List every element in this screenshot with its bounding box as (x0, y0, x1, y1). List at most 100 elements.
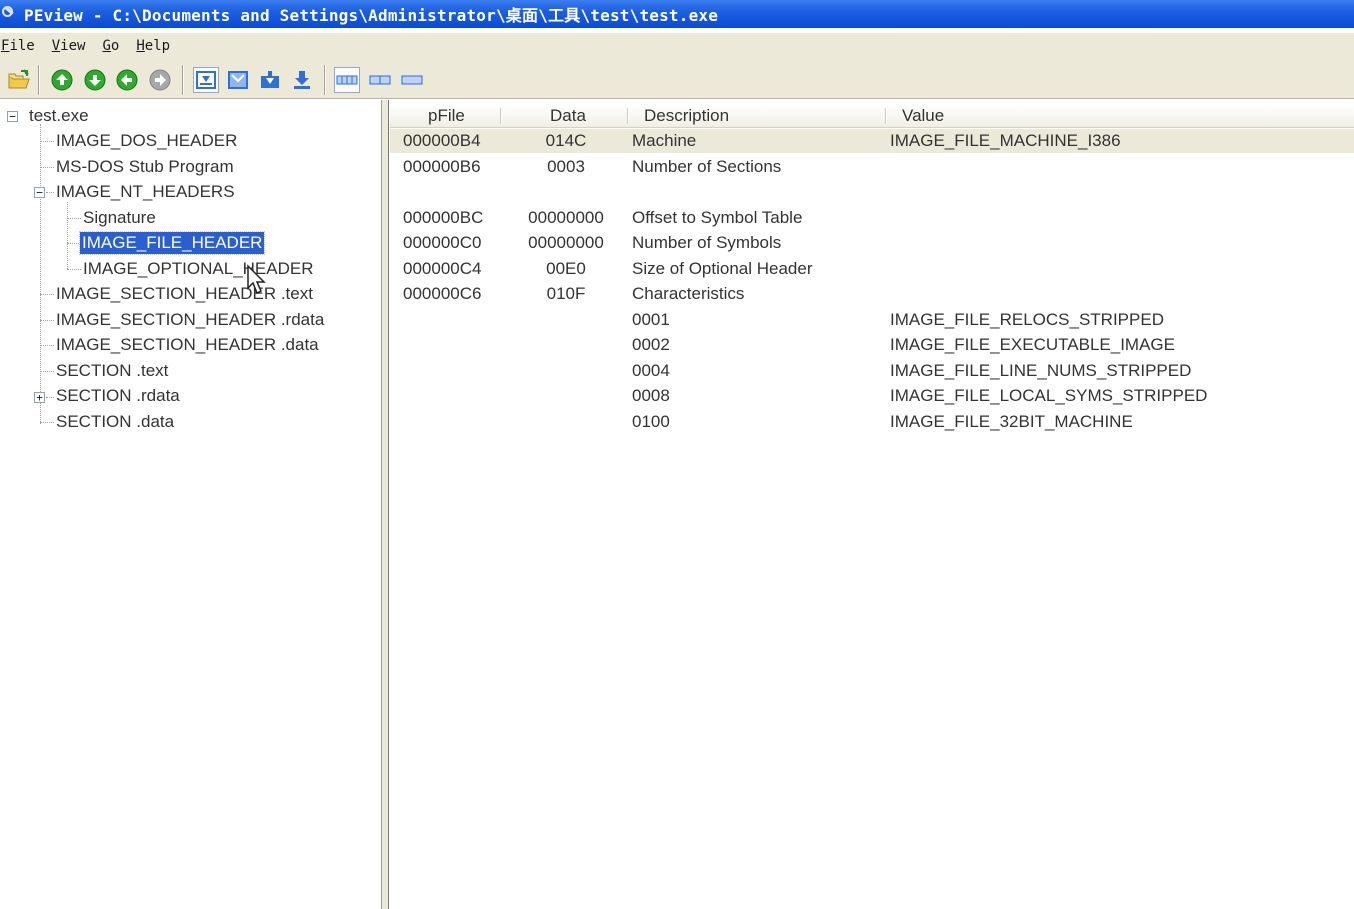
tree-item[interactable]: MS-DOS Stub Program (54, 156, 236, 178)
toolbar-separator (324, 65, 326, 95)
collapse-toggle-icon[interactable]: − (7, 111, 18, 122)
cell-description: Offset to Symbol Table (632, 207, 803, 227)
view-header-icon[interactable] (225, 67, 251, 93)
cell-description: Number of Sections (632, 156, 782, 176)
tree-item[interactable]: Signature (81, 207, 158, 229)
window-title: PEview - C:\Documents and Settings\Admin… (24, 6, 719, 25)
cell-pfile: 000000BC (403, 207, 484, 227)
back-icon[interactable] (114, 67, 140, 93)
tree-item[interactable]: IMAGE_SECTION_HEADER .rdata (54, 309, 326, 331)
mouse-cursor-icon (247, 264, 266, 295)
cell-description: 0100 (632, 411, 670, 431)
tree-root[interactable]: test.exe (27, 105, 91, 127)
tree-line (40, 422, 54, 423)
tree-item-selected[interactable]: IMAGE_FILE_HEADER (78, 231, 266, 255)
table-row[interactable]: 000000B6 0003 Number of Sections (390, 155, 1354, 179)
view-format1-icon[interactable] (334, 67, 360, 93)
tree-item[interactable]: IMAGE_SECTION_HEADER .text (54, 283, 315, 305)
cell-description: Machine (632, 131, 697, 150)
view-byte-icon[interactable] (257, 67, 283, 93)
cell-value: IMAGE_FILE_MACHINE_I386 (890, 131, 1121, 150)
cell-pfile: 000000C4 (403, 258, 482, 278)
view-format2-icon[interactable] (367, 67, 393, 93)
column-divider[interactable] (627, 108, 629, 124)
menu-bar: File View Go Help (0, 33, 1354, 59)
cell-value: IMAGE_FILE_LOCAL_SYMS_STRIPPED (890, 386, 1208, 405)
go-up-icon[interactable] (49, 67, 75, 93)
detail-list: pFile Data Description Value 000000B4 014… (390, 100, 1354, 909)
cell-data: 00E0 (546, 258, 586, 278)
tree-line (40, 345, 54, 346)
cell-value: IMAGE_FILE_LINE_NUMS_STRIPPED (890, 360, 1192, 380)
table-row[interactable]: 0008 IMAGE_FILE_LOCAL_SYMS_STRIPPED (390, 384, 1354, 408)
column-divider[interactable] (885, 108, 887, 124)
title-bar: PEview - C:\Documents and Settings\Admin… (0, 0, 1354, 28)
table-row[interactable] (390, 180, 1354, 204)
tree-item[interactable]: SECTION .data (54, 411, 176, 433)
column-header-value[interactable]: Value (902, 104, 944, 128)
column-header-data[interactable]: Data (550, 104, 586, 128)
tree-line (40, 167, 54, 168)
table-row[interactable]: 000000C0 00000000 Number of Symbols (390, 231, 1354, 255)
tree-item[interactable]: IMAGE_OPTIONAL_HEADER (81, 258, 316, 280)
tree-item[interactable]: IMAGE_NT_HEADERS (54, 181, 237, 203)
tree-line (67, 202, 68, 269)
tree-line (67, 243, 81, 244)
tree-item[interactable]: IMAGE_DOS_HEADER (54, 130, 239, 152)
collapse-toggle-icon[interactable]: − (34, 187, 45, 198)
magnifier-icon (2, 6, 18, 22)
cell-description: Characteristics (632, 284, 745, 303)
tree-item[interactable]: SECTION .text (54, 360, 170, 382)
table-row[interactable]: 000000C6 010F Characteristics (390, 282, 1354, 306)
table-row[interactable]: 0002 IMAGE_FILE_EXECUTABLE_IMAGE (390, 333, 1354, 357)
tree-line (40, 294, 54, 295)
cell-description: 0002 (632, 335, 670, 354)
view-hex-icon[interactable] (193, 67, 219, 93)
menu-help[interactable]: Help (135, 38, 170, 54)
pane-splitter[interactable] (382, 100, 389, 909)
menu-file[interactable]: File (0, 38, 35, 54)
forward-icon[interactable] (147, 67, 173, 93)
go-down-icon[interactable] (82, 67, 108, 93)
table-row[interactable]: 000000C4 00E0 Size of Optional Header (390, 257, 1354, 281)
expand-toggle-icon[interactable]: + (34, 392, 45, 403)
table-row[interactable]: 0001 IMAGE_FILE_RELOCS_STRIPPED (390, 308, 1354, 332)
menu-go[interactable]: Go (101, 38, 119, 54)
column-header-description[interactable]: Description (644, 104, 729, 128)
tree-item[interactable]: SECTION .rdata (54, 385, 182, 407)
cell-description: Number of Symbols (632, 233, 782, 252)
view-format3-icon[interactable] (399, 67, 425, 93)
view-dword-icon[interactable] (289, 67, 315, 93)
tree-line (40, 371, 54, 372)
table-row[interactable]: 0100 IMAGE_FILE_32BIT_MACHINE (390, 410, 1354, 434)
cell-pfile: 000000B6 (403, 156, 481, 176)
tree-line (40, 320, 54, 321)
cell-data: 014C (545, 131, 587, 150)
tree-line (67, 269, 81, 270)
list-header: pFile Data Description Value (390, 104, 1354, 128)
cell-value: IMAGE_FILE_32BIT_MACHINE (890, 411, 1133, 431)
cell-description: Size of Optional Header (632, 258, 813, 278)
table-row[interactable]: 000000B4 014C Machine IMAGE_FILE_MACHINE_I3… (390, 129, 1354, 153)
toolbar (0, 59, 1354, 99)
cell-pfile: 000000B4 (403, 131, 481, 150)
menu-view[interactable]: View (51, 38, 86, 54)
tree-line (46, 192, 54, 193)
table-row[interactable]: 0004 IMAGE_FILE_LINE_NUMS_STRIPPED (390, 359, 1354, 383)
open-folder-icon[interactable] (6, 67, 32, 93)
column-divider[interactable] (500, 108, 502, 124)
cell-description: 0008 (632, 386, 670, 405)
cell-data: 010F (546, 284, 586, 303)
toolbar-separator (38, 65, 40, 95)
cell-description: 0004 (632, 360, 670, 380)
cell-pfile: 000000C6 (403, 284, 482, 303)
tree-line (40, 141, 54, 142)
table-row[interactable]: 000000BC 00000000 Offset to Symbol Table (390, 206, 1354, 230)
tree-item[interactable]: IMAGE_SECTION_HEADER .data (54, 334, 321, 356)
cell-description: 0001 (632, 309, 670, 329)
tree-line (46, 397, 54, 398)
cell-value: IMAGE_FILE_RELOCS_STRIPPED (890, 309, 1164, 329)
column-header-pfile[interactable]: pFile (428, 104, 465, 128)
cell-value: IMAGE_FILE_EXECUTABLE_IMAGE (890, 335, 1175, 354)
tree-pane: − − + test.exe IMAGE_DOS_HEADER MS-DOS S… (0, 100, 382, 909)
